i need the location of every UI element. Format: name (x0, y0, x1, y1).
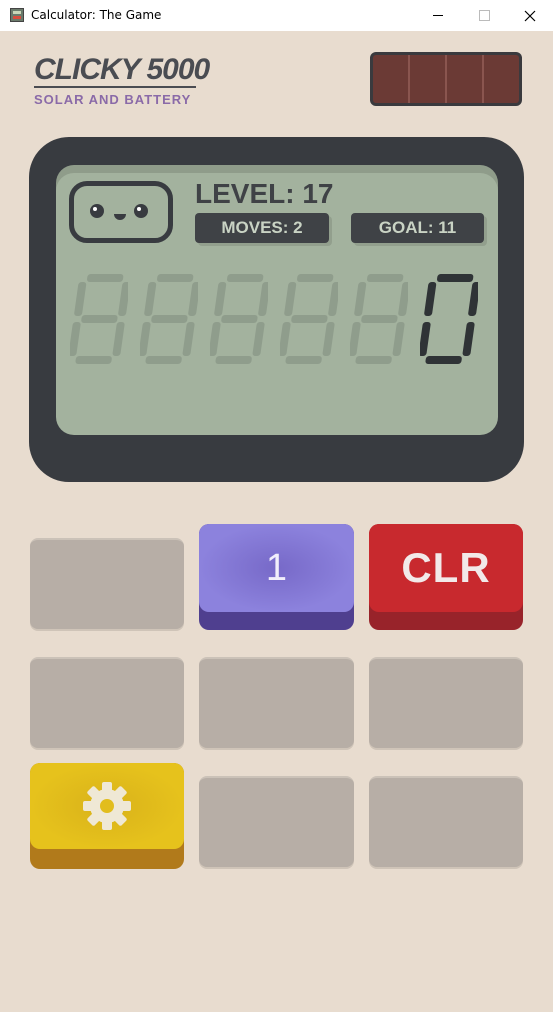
level-label: LEVEL: 17 (195, 178, 334, 209)
happy-robot-face-icon (69, 181, 173, 243)
moves-badge: MOVES: 2 (195, 213, 329, 243)
minimize-icon (433, 15, 443, 16)
minimize-button[interactable] (415, 0, 461, 31)
brand-underline (34, 86, 196, 88)
window-title: Calculator: The Game (31, 8, 162, 22)
ghost-digit (210, 274, 268, 364)
blank-key (199, 776, 354, 867)
clear-key-label: CLR (369, 524, 523, 612)
maximize-button[interactable] (461, 0, 507, 31)
digit-readout (70, 272, 490, 372)
ghost-digit (350, 274, 408, 364)
solar-cell-divider (445, 55, 447, 103)
window-titlebar: Calculator: The Game (0, 0, 553, 31)
ghost-digit (140, 274, 198, 364)
gear-icon (83, 782, 131, 830)
blank-key (369, 776, 523, 867)
solar-cell-divider (408, 55, 410, 103)
ghost-digit (280, 274, 338, 364)
mouth (114, 214, 126, 220)
display-digit-zero (420, 274, 478, 364)
close-icon (524, 10, 536, 21)
plus-one-key-label: 1 (199, 524, 354, 612)
solar-cell-divider (482, 55, 484, 103)
left-eye (90, 204, 104, 218)
brand-name: CLICKY 5000 (34, 53, 210, 86)
solar-panel (370, 52, 522, 106)
close-button[interactable] (507, 0, 553, 31)
right-eye (134, 204, 148, 218)
brand-subtitle: SOLAR AND BATTERY (34, 92, 192, 107)
settings-key[interactable] (30, 763, 184, 869)
goal-badge: GOAL: 11 (351, 213, 484, 243)
ghost-digit (70, 274, 128, 364)
maximize-icon (478, 10, 490, 21)
app-icon (10, 8, 24, 22)
solar-cells (373, 55, 519, 103)
brand-logo: CLICKY 5000 SOLAR AND BATTERY (34, 53, 210, 107)
settings-key-face (30, 763, 184, 849)
blank-key (30, 538, 184, 629)
plus-one-key[interactable]: 1 (199, 524, 354, 630)
blank-key (30, 657, 184, 748)
blank-key (199, 657, 354, 748)
clear-key[interactable]: CLR (369, 524, 523, 630)
blank-key (369, 657, 523, 748)
